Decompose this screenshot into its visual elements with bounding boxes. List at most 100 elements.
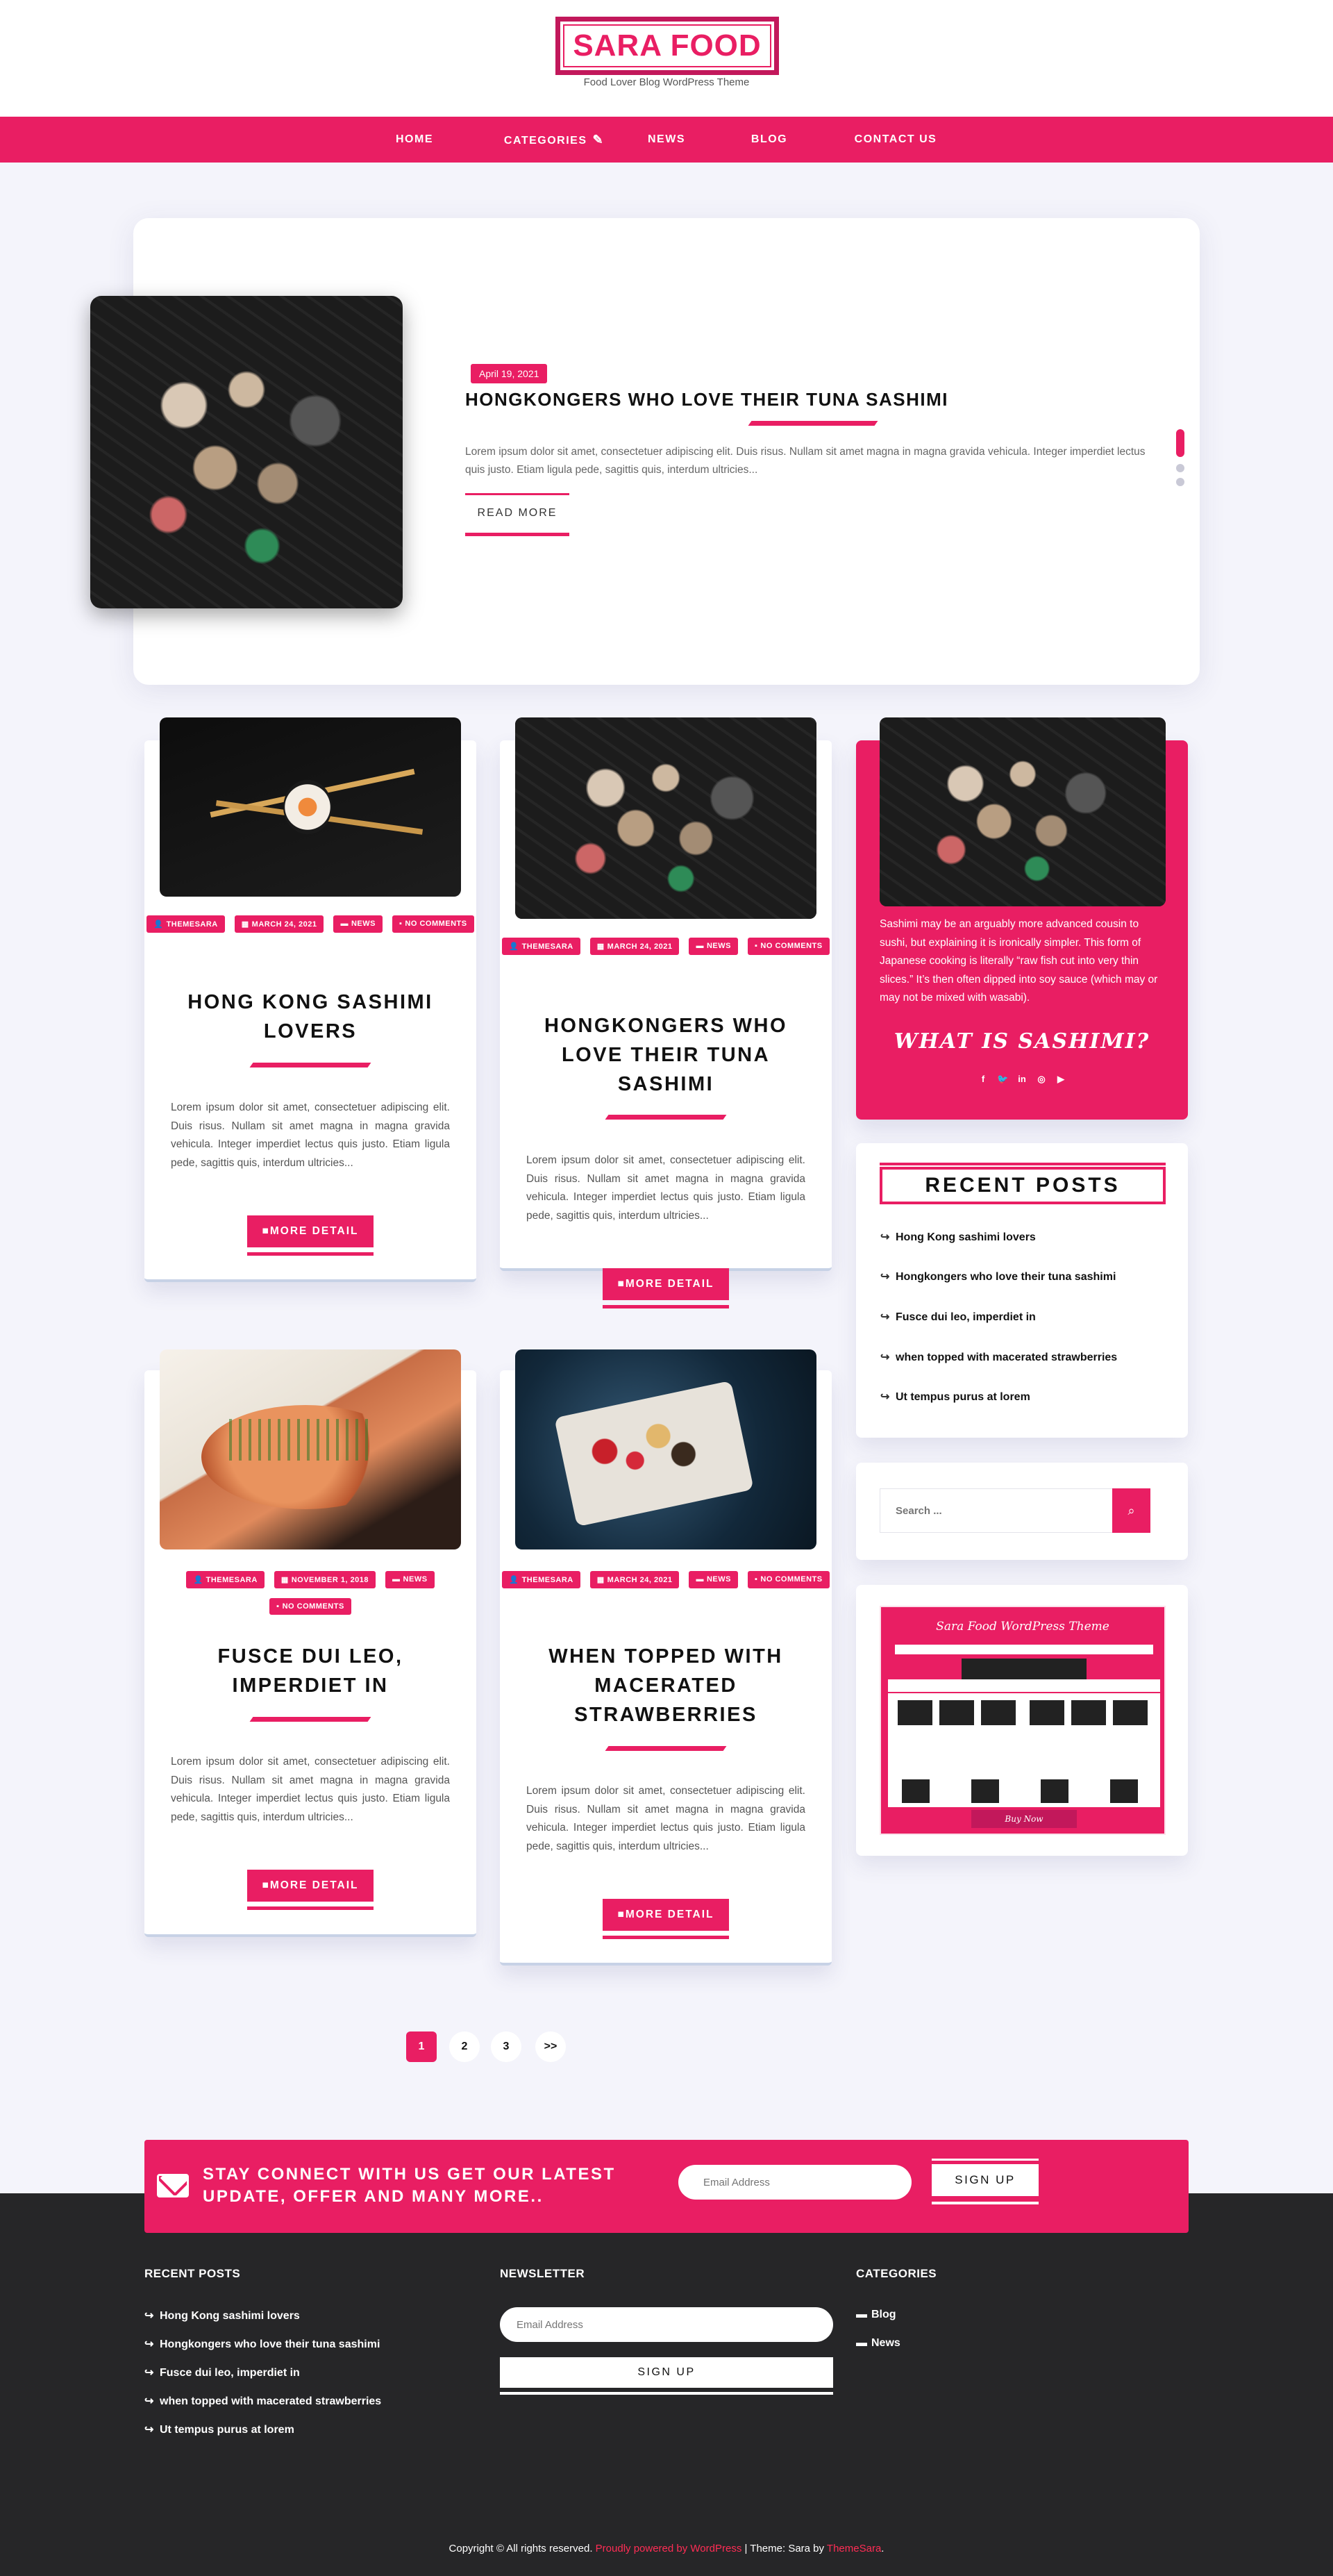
post-date-label[interactable]: MARCH 24, 2021 [607, 942, 673, 951]
post-date[interactable]: ▦ MARCH 24, 2021 [589, 938, 680, 955]
nav-contact-us[interactable]: CONTACT US [851, 117, 940, 163]
more-detail-button[interactable]: ■MORE DETAIL [247, 1215, 374, 1256]
nav-categories-label[interactable]: CATEGORIES [504, 135, 587, 147]
post-comments-label[interactable]: NO COMMENTS [760, 942, 822, 950]
slider-dot[interactable] [1176, 464, 1184, 472]
more-detail-label[interactable]: MORE DETAIL [270, 1225, 359, 1237]
search-input[interactable] [880, 1488, 1112, 1533]
post-category[interactable]: ▬ NEWS [333, 915, 383, 933]
recent-post-link[interactable]: ↪ Ut tempus purus at lorem [880, 1390, 1030, 1404]
facebook-icon[interactable]: f [978, 1074, 989, 1085]
post-comments[interactable]: ▪ NO COMMENTS [747, 1571, 830, 1588]
recent-post-label[interactable]: when topped with macerated strawberries [896, 1352, 1117, 1363]
more-detail-label[interactable]: MORE DETAIL [270, 1879, 359, 1891]
recent-post-label[interactable]: Hongkongers who love their tuna sashimi [896, 1271, 1116, 1283]
post-author[interactable]: 👤 THEMESARA [186, 1571, 265, 1588]
post-image[interactable] [515, 717, 816, 919]
slider-dot-active[interactable] [1176, 429, 1184, 457]
youtube-icon[interactable]: ▶ [1055, 1074, 1066, 1085]
post-title[interactable]: HONGKONGERS WHO LOVE THEIR TUNA SASHIMI [535, 1011, 797, 1099]
post-author-label[interactable]: THEMESARA [206, 1576, 258, 1584]
post-category-label[interactable]: NEWS [351, 920, 376, 928]
post-author-label[interactable]: THEMESARA [167, 920, 218, 929]
footer-signup-label[interactable]: SIGN UP [500, 2357, 833, 2388]
post-author-label[interactable]: THEMESARA [522, 1576, 573, 1584]
post-comments-label[interactable]: NO COMMENTS [405, 920, 467, 928]
instagram-icon[interactable]: ◎ [1036, 1074, 1047, 1085]
more-detail-button[interactable]: ■MORE DETAIL [247, 1870, 374, 1910]
more-detail-button[interactable]: ■MORE DETAIL [603, 1268, 729, 1308]
nav-news[interactable]: NEWS [646, 117, 687, 163]
post-author-label[interactable]: THEMESARA [522, 942, 573, 951]
subscribe-signup-button[interactable]: SIGN UP [932, 2159, 1039, 2206]
post-author[interactable]: 👤 THEMESARA [146, 915, 225, 933]
post-category[interactable]: ▬ NEWS [689, 1571, 738, 1588]
post-date-label[interactable]: NOVEMBER 1, 2018 [292, 1576, 369, 1584]
post-author[interactable]: 👤 THEMESARA [502, 938, 580, 955]
footer-recent-label[interactable]: when topped with macerated strawberries [160, 2395, 381, 2407]
footer-recent-link[interactable]: ↪ Hong Kong sashimi lovers [144, 2309, 300, 2322]
more-detail-button[interactable]: ■MORE DETAIL [603, 1899, 729, 1939]
post-title[interactable]: HONG KONG SASHIMI LOVERS [165, 988, 455, 1046]
post-author[interactable]: 👤 THEMESARA [502, 1571, 580, 1588]
post-title[interactable]: WHEN TOPPED WITH MACERATED STRAWBERRIES [535, 1642, 797, 1729]
recent-post-link[interactable]: ↪ Fusce dui leo, imperdiet in [880, 1310, 1036, 1324]
post-date[interactable]: ▦ NOVEMBER 1, 2018 [274, 1571, 376, 1588]
theme-banner[interactable]: Sara Food WordPress Theme Buy Now [880, 1606, 1166, 1835]
themesara-link[interactable]: ThemeSara [827, 2543, 881, 2554]
pagination-current[interactable]: 1 [406, 2031, 437, 2062]
footer-recent-link[interactable]: ↪ Ut tempus purus at lorem [144, 2423, 294, 2436]
footer-recent-label[interactable]: Hong Kong sashimi lovers [160, 2310, 300, 2322]
buy-now-button[interactable]: Buy Now [971, 1810, 1077, 1828]
footer-category-label[interactable]: Blog [871, 2309, 896, 2320]
recent-post-link[interactable]: ↪ Hong Kong sashimi lovers [880, 1230, 1036, 1244]
post-date-label[interactable]: MARCH 24, 2021 [252, 920, 317, 929]
post-date[interactable]: ▦ MARCH 24, 2021 [234, 915, 324, 933]
post-image[interactable] [160, 717, 461, 897]
slider-dot[interactable] [1176, 478, 1184, 486]
footer-recent-label[interactable]: Hongkongers who love their tuna sashimi [160, 2338, 380, 2350]
recent-post-label[interactable]: Hong Kong sashimi lovers [896, 1231, 1036, 1243]
footer-category-link[interactable]: ▬ News [856, 2337, 900, 2350]
slider-title[interactable]: HONGKONGERS WHO LOVE THEIR TUNA SASHIMI [465, 389, 1021, 410]
footer-recent-link[interactable]: ↪ Hongkongers who love their tuna sashimi [144, 2337, 380, 2351]
post-title[interactable]: FUSCE DUI LEO, IMPERDIET IN [165, 1642, 455, 1700]
pagination-next[interactable]: >> [535, 2031, 566, 2062]
footer-category-link[interactable]: ▬ Blog [856, 2309, 896, 2321]
read-more-button[interactable]: READ MORE [465, 493, 569, 536]
pagination-link[interactable]: 3 [491, 2031, 521, 2062]
twitter-icon[interactable]: 🐦 [997, 1074, 1008, 1085]
post-category[interactable]: ▬ NEWS [689, 938, 738, 955]
footer-signup-button[interactable]: SIGN UP [500, 2354, 833, 2398]
recent-post-link[interactable]: ↪ when topped with macerated strawberries [880, 1350, 1117, 1364]
post-category-label[interactable]: NEWS [707, 942, 731, 950]
site-title[interactable]: SARA FOOD [573, 28, 761, 63]
recent-post-label[interactable]: Ut tempus purus at lorem [896, 1391, 1030, 1403]
footer-email-input[interactable] [500, 2307, 833, 2342]
more-detail-label[interactable]: MORE DETAIL [626, 1278, 714, 1290]
wordpress-link[interactable]: Proudly powered by WordPress [596, 2543, 742, 2554]
search-button[interactable]: ⌕ [1112, 1488, 1150, 1533]
nav-categories[interactable]: CATEGORIES ✎ [498, 117, 610, 163]
post-category-label[interactable]: NEWS [707, 1575, 731, 1584]
footer-recent-label[interactable]: Ut tempus purus at lorem [160, 2424, 294, 2436]
footer-recent-link[interactable]: ↪ Fusce dui leo, imperdiet in [144, 2366, 300, 2379]
post-date[interactable]: ▦ MARCH 24, 2021 [589, 1571, 680, 1588]
pagination-link[interactable]: 2 [449, 2031, 480, 2062]
linkedin-icon[interactable]: in [1016, 1074, 1028, 1085]
post-image[interactable] [515, 1349, 816, 1549]
post-date-label[interactable]: MARCH 24, 2021 [607, 1576, 673, 1584]
slider-date-badge[interactable]: April 19, 2021 [471, 364, 548, 383]
post-category-label[interactable]: NEWS [403, 1575, 428, 1584]
footer-recent-label[interactable]: Fusce dui leo, imperdiet in [160, 2367, 300, 2379]
subscribe-email-input[interactable] [678, 2165, 912, 2200]
slider-image[interactable] [90, 296, 403, 608]
post-comments-label[interactable]: NO COMMENTS [760, 1575, 822, 1584]
site-logo[interactable]: SARA FOOD [555, 17, 779, 75]
footer-recent-link[interactable]: ↪ when topped with macerated strawberries [144, 2394, 381, 2408]
post-comments[interactable]: ▪ NO COMMENTS [392, 915, 474, 933]
post-comments-label[interactable]: NO COMMENTS [283, 1602, 344, 1611]
recent-post-label[interactable]: Fusce dui leo, imperdiet in [896, 1311, 1036, 1323]
more-detail-label[interactable]: MORE DETAIL [626, 1909, 714, 1920]
post-category[interactable]: ▬ NEWS [385, 1571, 435, 1588]
